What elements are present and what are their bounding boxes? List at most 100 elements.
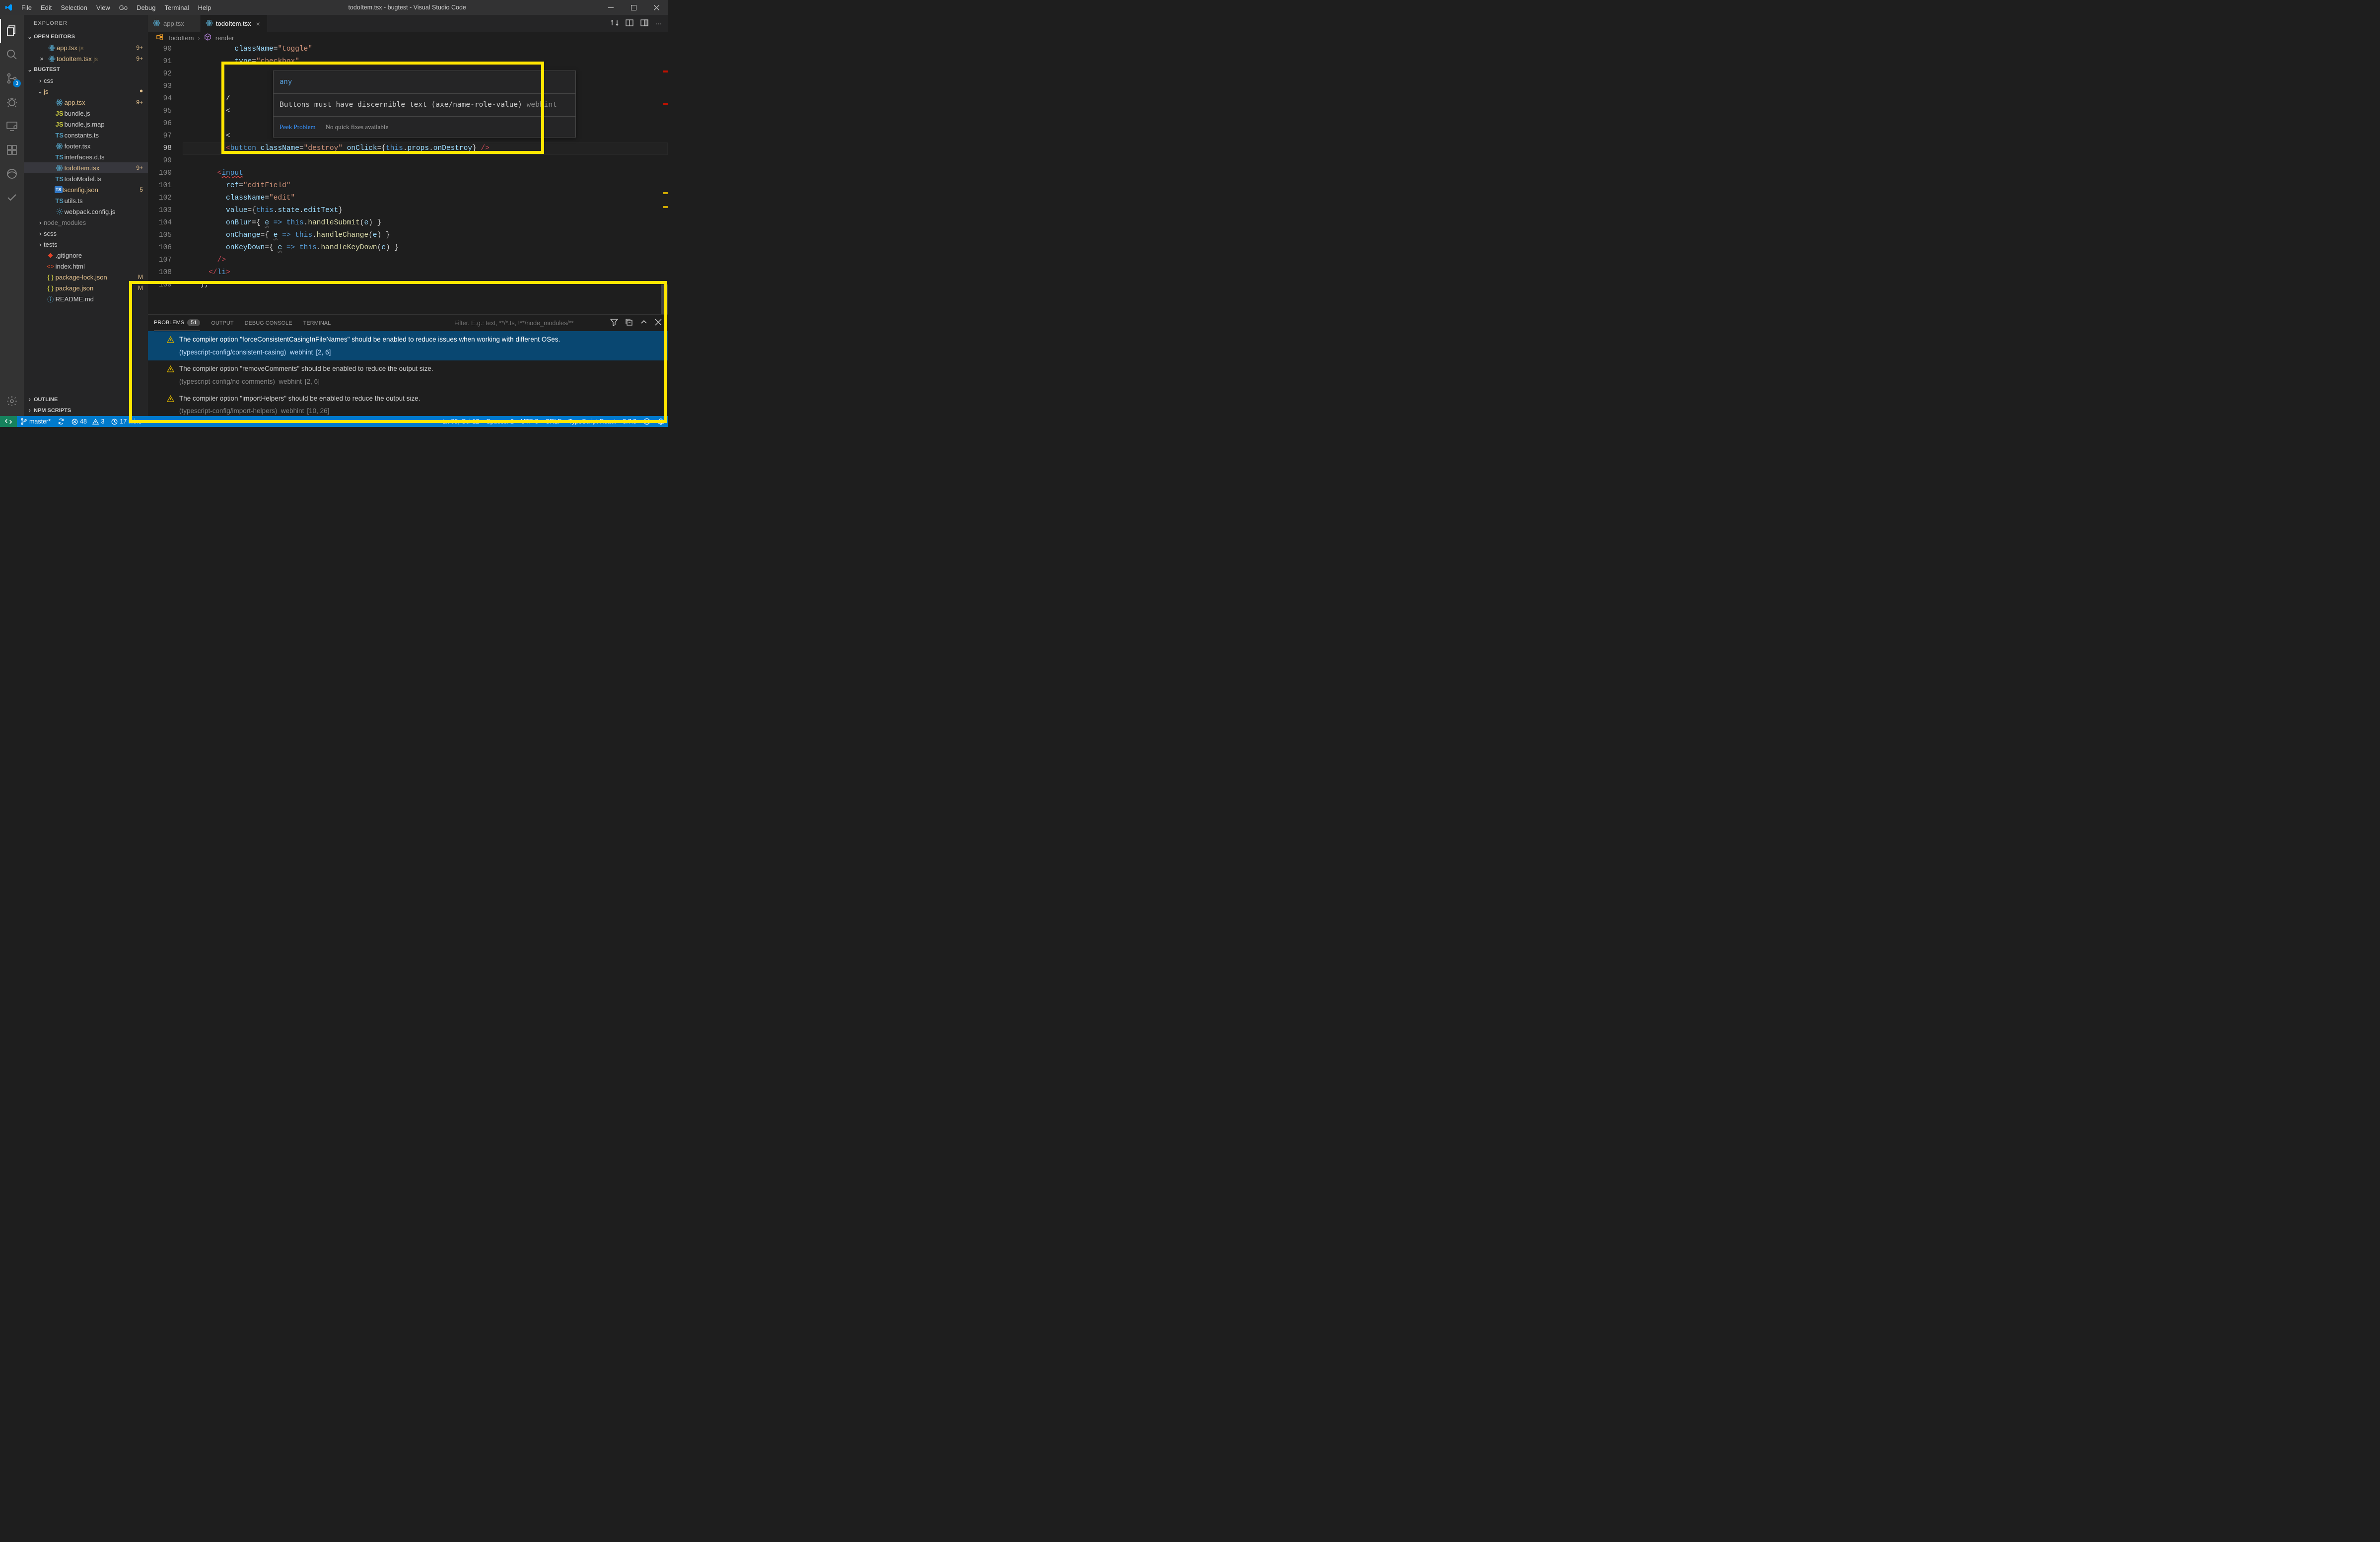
outline-section[interactable]: ›OUTLINE — [24, 394, 148, 405]
menu-bar: FileEditSelectionViewGoDebugTerminalHelp — [17, 1, 215, 14]
menu-help[interactable]: Help — [194, 1, 215, 14]
file-item[interactable]: { }package-lock.jsonM — [24, 272, 148, 282]
cursor-position[interactable]: Ln 98, Col 12 — [439, 416, 483, 427]
file-item[interactable]: TStodoModel.ts — [24, 173, 148, 184]
file-item[interactable]: JSbundle.js.map — [24, 119, 148, 130]
open-preview-icon[interactable] — [626, 19, 633, 28]
extensions-activity[interactable] — [0, 138, 24, 162]
split-editor-icon[interactable] — [640, 19, 648, 28]
more-actions-icon[interactable]: ··· — [655, 20, 662, 27]
chevron-right-icon: › — [26, 397, 34, 403]
settings-activity[interactable] — [0, 389, 24, 413]
coding-time[interactable]: 17 mins — [108, 416, 145, 427]
indentation[interactable]: Spaces: 2 — [483, 416, 517, 427]
file-item[interactable]: ◆.gitignore — [24, 250, 148, 261]
file-item[interactable]: { }package.jsonM — [24, 282, 148, 293]
folder-item[interactable]: ⌄js• — [24, 86, 148, 97]
chevron-right-icon: › — [37, 219, 44, 226]
search-activity[interactable] — [0, 43, 24, 67]
errors-warnings[interactable]: 48 3 — [68, 416, 108, 427]
sync-button[interactable] — [54, 416, 68, 427]
file-item[interactable]: TSutils.ts — [24, 195, 148, 206]
editor-tab[interactable]: app.tsx — [148, 15, 201, 32]
filter-icon[interactable] — [610, 318, 618, 328]
breadcrumb-item[interactable]: render — [215, 34, 234, 42]
menu-edit[interactable]: Edit — [37, 1, 56, 14]
notifications-icon[interactable] — [654, 416, 668, 427]
terminal-tab[interactable]: TERMINAL — [303, 315, 331, 331]
remote-activity[interactable] — [0, 114, 24, 138]
scm-activity[interactable]: 3 — [0, 67, 24, 90]
minimize-button[interactable] — [599, 0, 622, 15]
menu-selection[interactable]: Selection — [57, 1, 91, 14]
file-item[interactable]: JSbundle.js — [24, 108, 148, 119]
collapse-all-icon[interactable] — [625, 318, 633, 328]
panel-close-icon[interactable] — [655, 319, 662, 327]
file-item[interactable]: ⓘREADME.md — [24, 293, 148, 304]
sidebar-title: EXPLORER — [24, 15, 148, 31]
folder-item[interactable]: ›css — [24, 75, 148, 86]
close-window-button[interactable] — [645, 0, 668, 15]
feedback-icon[interactable] — [640, 416, 654, 427]
editor-tab[interactable]: todoItem.tsx× — [201, 15, 268, 32]
git-branch[interactable]: master* — [17, 416, 54, 427]
maximize-button[interactable] — [622, 0, 645, 15]
git-icon: ◆ — [46, 251, 56, 259]
warning-icon — [167, 364, 174, 377]
problem-item[interactable]: The compiler option "forceConsistentCasi… — [148, 331, 668, 360]
remote-indicator[interactable] — [0, 416, 17, 427]
debug-console-tab[interactable]: DEBUG CONSOLE — [245, 315, 292, 331]
code-editor[interactable]: 9091929394959697989910010110210310410510… — [148, 43, 668, 314]
breadcrumb-item[interactable]: TodoItem — [167, 34, 194, 42]
encoding[interactable]: UTF-8 — [517, 416, 542, 427]
problems-tab[interactable]: PROBLEMS51 — [154, 315, 200, 331]
editor-area: app.tsxtodoItem.tsx× ··· TodoItem › rend… — [148, 15, 668, 416]
problems-filter-input[interactable] — [454, 320, 603, 327]
debug-activity[interactable] — [0, 90, 24, 114]
open-editor-item[interactable]: ×todoItem.tsx js9+ — [24, 53, 148, 64]
file-item[interactable]: webpack.config.js — [24, 206, 148, 217]
menu-go[interactable]: Go — [115, 1, 132, 14]
panel-chevron-up-icon[interactable] — [640, 318, 648, 328]
close-icon[interactable]: × — [37, 55, 47, 63]
output-tab[interactable]: OUTPUT — [211, 315, 233, 331]
explorer-activity[interactable] — [0, 19, 24, 43]
breadcrumbs[interactable]: TodoItem › render — [148, 32, 668, 43]
minimap[interactable] — [658, 43, 668, 314]
file-item[interactable]: TStsconfig.json5 — [24, 184, 148, 195]
file-item[interactable]: TSinterfaces.d.ts — [24, 151, 148, 162]
chevron-down-icon: ⌄ — [37, 87, 44, 95]
problem-item[interactable]: The compiler option "importHelpers" shou… — [148, 390, 668, 416]
file-item[interactable]: todoItem.tsx9+ — [24, 162, 148, 173]
open-editor-item[interactable]: app.tsx js9+ — [24, 42, 148, 53]
chevron-right-icon: › — [37, 241, 44, 248]
file-item[interactable]: app.tsx9+ — [24, 97, 148, 108]
compare-changes-icon[interactable] — [611, 19, 619, 28]
problem-item[interactable]: The compiler option "removeComments" sho… — [148, 360, 668, 390]
menu-debug[interactable]: Debug — [133, 1, 159, 14]
peek-problem-link[interactable]: Peek Problem — [280, 121, 316, 133]
menu-file[interactable]: File — [17, 1, 36, 14]
status-bar: master* 48 3 17 mins Ln 98, Col 12 Space… — [0, 416, 668, 427]
edge-activity[interactable] — [0, 162, 24, 186]
open-editors-section[interactable]: ⌄OPEN EDITORS — [24, 31, 148, 42]
typescript-icon: TS — [55, 132, 65, 139]
ts-version[interactable]: 3.7.3 — [619, 416, 640, 427]
problems-list: The compiler option "forceConsistentCasi… — [148, 331, 668, 416]
folder-section[interactable]: ⌄BUGTEST — [24, 64, 148, 75]
side-bar: EXPLORER ⌄OPEN EDITORS app.tsx js9+×todo… — [24, 15, 148, 416]
code-content[interactable]: className="toggle" type="checkbox" / < l… — [183, 43, 668, 314]
menu-terminal[interactable]: Terminal — [160, 1, 193, 14]
folder-item[interactable]: ›scss — [24, 228, 148, 239]
eol[interactable]: CRLF — [542, 416, 565, 427]
file-item[interactable]: TSconstants.ts — [24, 130, 148, 140]
folder-item[interactable]: ›tests — [24, 239, 148, 250]
file-item[interactable]: footer.tsx — [24, 140, 148, 151]
close-tab-icon[interactable]: × — [254, 20, 262, 28]
check-activity[interactable] — [0, 186, 24, 210]
file-item[interactable]: <>index.html — [24, 261, 148, 272]
menu-view[interactable]: View — [92, 1, 114, 14]
npm-scripts-section[interactable]: ›NPM SCRIPTS — [24, 405, 148, 416]
folder-item[interactable]: ›node_modules — [24, 217, 148, 228]
language-mode[interactable]: TypeScript React — [565, 416, 619, 427]
